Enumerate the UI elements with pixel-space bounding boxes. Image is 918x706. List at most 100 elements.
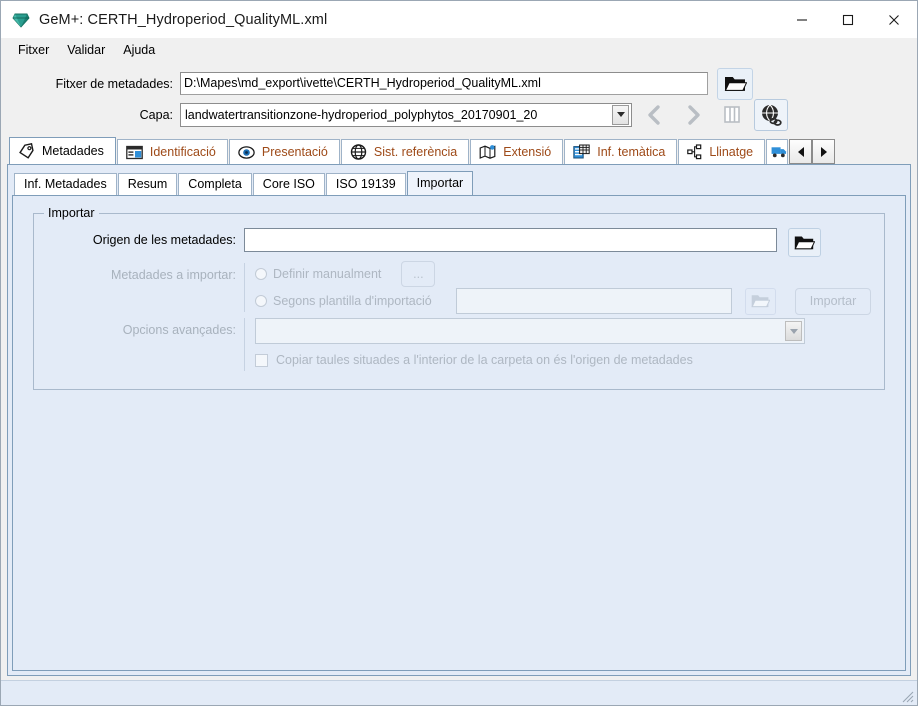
main-tab-strip: Metadades Identificació Presentació — [1, 136, 917, 164]
layer-globe-link-button[interactable] — [754, 99, 788, 131]
maximize-button[interactable] — [825, 1, 871, 38]
tab-llinatge-label: Llinatge — [709, 145, 753, 159]
tab-inf-tematica[interactable]: Inf. temàtica — [564, 139, 677, 164]
tab-metadades-label: Metadades — [42, 144, 104, 158]
id-card-icon — [126, 145, 143, 160]
window-title: GeM+: CERTH_Hydroperiod_QualityML.xml — [39, 12, 327, 28]
folder-open-icon — [724, 74, 747, 93]
radio-template-row: Segons plantilla d'importació Importar — [255, 290, 871, 312]
advanced-options-block: Copiar taules situades a l'interior de l… — [255, 318, 805, 371]
tab-metadades[interactable]: Metadades — [9, 137, 116, 164]
tab-scroll-left-button[interactable] — [789, 139, 812, 164]
title-bar: GeM+: CERTH_Hydroperiod_QualityML.xml — [1, 1, 917, 38]
tab-scroll-buttons — [789, 139, 835, 164]
metadata-file-input[interactable]: D:\Mapes\md_export\ivette\CERTH_Hydroper… — [180, 72, 708, 95]
copy-tables-row: Copiar taules situades a l'interior de l… — [255, 349, 805, 371]
tab-presentacio[interactable]: Presentació — [229, 139, 340, 164]
subtab-completa[interactable]: Completa — [178, 173, 252, 195]
copy-tables-checkbox[interactable] — [255, 354, 268, 367]
tab-identificacio-label: Identificació — [150, 145, 216, 159]
advanced-options-row: Opcions avançades: Copiar taules situade… — [48, 318, 870, 371]
minimize-icon — [795, 13, 809, 27]
tab-identificacio[interactable]: Identificació — [117, 139, 228, 164]
origin-browse-button[interactable] — [788, 228, 821, 257]
tab-llinatge[interactable]: Llinatge — [678, 139, 765, 164]
layer-columns-button[interactable] — [715, 99, 749, 131]
map-extent-icon — [479, 144, 496, 160]
origin-row: Origen de les metadades: — [48, 228, 870, 257]
row-separator-2 — [244, 318, 245, 371]
minimize-button[interactable] — [779, 1, 825, 38]
tab-extensio-label: Extensió — [503, 145, 551, 159]
layer-next-button[interactable] — [676, 99, 710, 131]
importar-sub-panel: Importar Origen de les metadades: Metada… — [12, 195, 906, 671]
radio-definir-manualment[interactable] — [255, 268, 267, 280]
metadata-file-browse-button[interactable] — [717, 68, 753, 100]
import-mode-radio-group: Definir manualment ... Segons plantilla … — [255, 263, 871, 312]
tab-extensio[interactable]: Extensió — [470, 139, 563, 164]
template-path-input[interactable] — [456, 288, 732, 314]
folder-open-icon — [794, 234, 815, 251]
radio-definir-manualment-label: Definir manualment — [273, 267, 381, 281]
importar-group-title: Importar — [44, 206, 99, 220]
radio-segons-plantilla-label: Segons plantilla d'importació — [273, 294, 432, 308]
window-controls — [779, 1, 917, 38]
import-button[interactable]: Importar — [795, 288, 872, 315]
chevron-right-icon — [684, 104, 703, 126]
origin-label: Origen de les metadades: — [48, 228, 244, 252]
origin-input[interactable] — [244, 228, 777, 252]
subtab-iso-19139[interactable]: ISO 19139 — [326, 173, 406, 195]
tab-sist-referencia-label: Sist. referència — [374, 145, 457, 159]
metadata-file-row: Fitxer de metadades: D:\Mapes\md_export\… — [1, 68, 917, 99]
radio-segons-plantilla[interactable] — [255, 295, 267, 307]
importar-group-box: Importar Origen de les metadades: Metada… — [33, 213, 885, 390]
close-button[interactable] — [871, 1, 917, 38]
metadata-file-label: Fitxer de metadades: — [1, 77, 180, 91]
layer-label: Capa: — [1, 108, 180, 122]
manual-define-dots-button[interactable]: ... — [401, 261, 435, 287]
subtab-inf-metadades[interactable]: Inf. Metadades — [14, 173, 117, 195]
template-browse-button[interactable] — [745, 288, 776, 315]
eye-icon — [238, 145, 255, 160]
distribution-truck-icon — [771, 145, 787, 159]
tag-icon — [18, 143, 35, 159]
resize-grip-icon[interactable] — [899, 688, 915, 704]
globe-link-icon — [759, 103, 783, 127]
layer-select-value: landwatertransitionzone-hydroperiod_poly… — [181, 108, 612, 122]
tab-scroll-right-button[interactable] — [812, 139, 835, 164]
folder-open-icon — [751, 293, 770, 309]
arrow-left-icon — [798, 147, 804, 157]
tab-presentacio-label: Presentació — [262, 145, 328, 159]
layer-select-arrow[interactable] — [612, 105, 629, 125]
menu-item-validar[interactable]: Validar — [58, 41, 114, 59]
menu-item-ajuda[interactable]: Ajuda — [114, 41, 164, 59]
lineage-icon — [687, 144, 702, 160]
tab-sist-referencia[interactable]: Sist. referència — [341, 139, 469, 164]
radio-manual-row: Definir manualment ... — [255, 263, 871, 285]
layer-prev-button[interactable] — [637, 99, 671, 131]
chevron-down-icon — [790, 329, 798, 334]
advanced-options-label: Opcions avançades: — [48, 318, 244, 342]
gem-icon — [12, 11, 30, 29]
subtab-core-iso[interactable]: Core ISO — [253, 173, 325, 195]
advanced-options-arrow[interactable] — [785, 321, 802, 341]
menu-bar: Fitxer Validar Ajuda — [1, 38, 917, 62]
application-window: GeM+: CERTH_Hydroperiod_QualityML.xml — [0, 0, 918, 706]
maximize-icon — [841, 13, 855, 27]
layer-select[interactable]: landwatertransitionzone-hydroperiod_poly… — [180, 103, 632, 127]
status-bar — [1, 680, 917, 705]
advanced-options-select[interactable] — [255, 318, 805, 344]
tab-distribucio-clipped[interactable] — [766, 139, 788, 164]
copy-tables-label: Copiar taules situades a l'interior de l… — [276, 353, 693, 367]
sub-tab-strip: Inf. Metadades Resum Completa Core ISO I… — [8, 165, 910, 195]
menu-item-fitxer[interactable]: Fitxer — [9, 41, 58, 59]
table-icon — [573, 144, 590, 160]
metadades-tab-panel: Inf. Metadades Resum Completa Core ISO I… — [7, 164, 911, 676]
chevron-left-icon — [645, 104, 664, 126]
subtab-resum[interactable]: Resum — [118, 173, 178, 195]
columns-icon — [722, 104, 742, 125]
tab-inf-tematica-label: Inf. temàtica — [597, 145, 665, 159]
subtab-importar[interactable]: Importar — [407, 171, 474, 195]
top-form: Fitxer de metadades: D:\Mapes\md_export\… — [1, 62, 917, 136]
arrow-right-icon — [821, 147, 827, 157]
